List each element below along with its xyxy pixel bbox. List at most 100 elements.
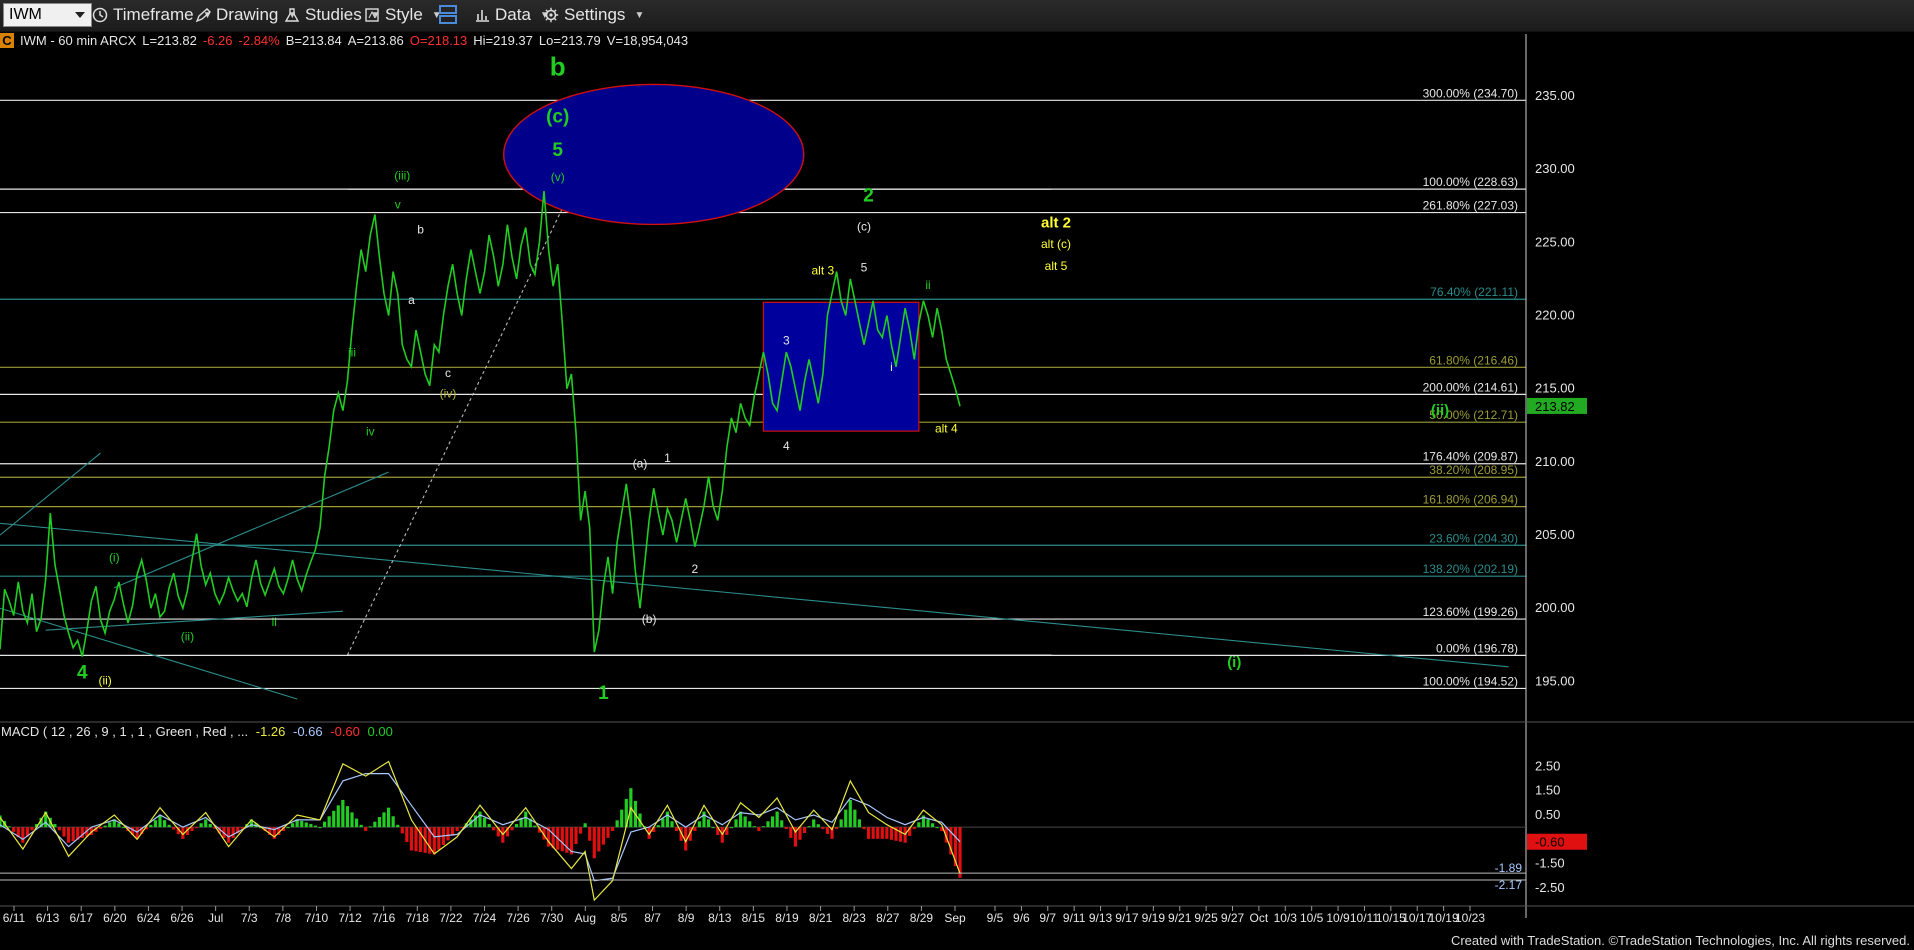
macd-histogram-bar	[354, 818, 359, 828]
chart-canvas[interactable]: 300.00% (234.70)100.00% (228.63)261.80% …	[0, 0, 1914, 950]
macd-histogram-bar	[574, 827, 578, 845]
macd-histogram-bar	[706, 819, 711, 828]
wave-label: b	[417, 223, 424, 237]
wave-label: 2	[692, 562, 699, 576]
price-tick-label: 210.00	[1535, 454, 1575, 469]
date-tick-label: 9/7	[1039, 911, 1056, 925]
macd-histogram-bar	[382, 812, 386, 828]
macd-histogram-bar	[62, 827, 66, 837]
macd-histogram-bar	[802, 827, 807, 833]
macd-histogram-bar	[930, 823, 935, 828]
wave-label: (ii)	[181, 629, 194, 643]
macd-histogram-bar	[857, 819, 862, 828]
macd-histogram-bar	[752, 826, 756, 828]
macd-histogram-bar	[885, 827, 889, 839]
wave-label: (i)	[1227, 654, 1241, 671]
fib-label: 100.00% (194.52)	[1423, 674, 1518, 688]
macd-histogram-bar	[844, 809, 848, 828]
macd-histogram-bar	[524, 811, 528, 828]
macd-histogram-bar	[862, 827, 866, 830]
macd-histogram-bar	[487, 824, 491, 828]
date-tick-label: Oct	[1250, 911, 1269, 925]
wave-label: iii	[348, 345, 356, 359]
macd-line	[0, 760, 961, 902]
macd-histogram-bar	[437, 827, 441, 850]
macd-histogram-bar	[377, 817, 382, 828]
price-tick-label: 205.00	[1535, 527, 1575, 542]
macd-histogram-bar	[455, 827, 459, 832]
macd-histogram-bar	[391, 816, 395, 828]
fib-label: 76.40% (221.11)	[1430, 285, 1518, 299]
date-tick-label: 9/11	[1063, 911, 1086, 925]
macd-tick-label: 0.50	[1535, 807, 1560, 822]
macd-histogram-bar	[665, 811, 670, 828]
date-tick-label: 8/21	[809, 911, 833, 925]
date-tick-label: 7/3	[241, 911, 258, 925]
macd-histogram-bar	[926, 819, 930, 828]
macd-histogram-bar	[825, 827, 830, 834]
macd-histogram-bar	[167, 824, 171, 828]
macd-histogram-bar	[514, 824, 519, 828]
wave-label: (ii)	[98, 673, 111, 687]
macd-histogram-bar	[386, 807, 391, 828]
date-tick-label: 8/15	[742, 911, 766, 925]
trendline-channel-bottom	[45, 610, 343, 631]
macd-histogram-bar	[121, 827, 126, 829]
wave-label: alt 5	[1045, 259, 1068, 273]
macd-tick-label: 1.50	[1535, 783, 1560, 798]
date-tick-label: Sep	[944, 911, 966, 925]
fib-label: 300.00% (234.70)	[1423, 86, 1518, 100]
macd-label: MACD ( 12 , 26 , 9 , 1 , 1 , Green , Red…	[1, 724, 249, 739]
macd-histogram-bar	[935, 827, 939, 829]
wave-label: (v)	[551, 170, 565, 184]
macd-histogram-bar	[71, 827, 75, 842]
macd-histogram-bar	[674, 827, 679, 832]
macd-histogram-bar	[729, 827, 734, 829]
wave-label: 1	[664, 451, 671, 465]
fib-label: 200.00% (214.61)	[1423, 380, 1518, 394]
date-tick-label: 8/23	[842, 911, 866, 925]
macd-histogram-bar	[345, 806, 350, 828]
macd-histogram-bar	[286, 827, 290, 829]
fib-label: 38.20% (208.95)	[1429, 463, 1518, 477]
macd-tick-label: 2.50	[1535, 758, 1560, 773]
fib-label: 23.60% (204.30)	[1429, 531, 1518, 545]
date-tick-label: 8/13	[708, 911, 732, 925]
date-tick-label: 7/26	[506, 911, 530, 925]
macd-histogram-bar	[812, 819, 816, 828]
macd-histogram-bar	[405, 827, 409, 842]
wave-label: (i)	[109, 550, 120, 564]
macd-level-label: -1.89	[1495, 861, 1523, 875]
macd-histogram-bar	[770, 816, 775, 828]
macd-histogram-bar	[670, 821, 674, 828]
wave-label: 3	[783, 334, 790, 348]
macd-histogram-bar	[30, 827, 34, 831]
macd-histogram-bar	[368, 826, 372, 828]
macd-histogram-bar	[866, 827, 871, 839]
wave-label: (a)	[633, 457, 648, 471]
date-tick-label: 6/11	[3, 911, 26, 925]
macd-histogram-bar	[693, 827, 697, 832]
macd-histogram-bar	[226, 827, 231, 843]
fib-label: 161.80% (206.94)	[1423, 493, 1518, 507]
date-tick-label: 9/17	[1115, 911, 1139, 925]
macd-last-tag-label: -0.60	[1535, 835, 1565, 850]
macd-histogram-bar	[231, 827, 235, 839]
wave-label: (c)	[546, 106, 569, 127]
macd-histogram-bar	[290, 823, 295, 828]
wave-label: b	[550, 51, 566, 81]
fib-label: 100.00% (228.63)	[1423, 175, 1518, 189]
macd-histogram-bar	[309, 824, 313, 828]
wave-label: 4	[77, 662, 88, 683]
wave-label: alt 3	[812, 263, 835, 277]
wave-label: alt 4	[935, 422, 958, 436]
macd-histogram-bar	[656, 825, 660, 828]
date-tick-label: 10/3	[1274, 911, 1298, 925]
date-tick-label: 7/22	[439, 911, 463, 925]
footer-copyright: Created with TradeStation. ©TradeStation…	[1450, 933, 1910, 948]
macd-tick-label: -1.50	[1535, 856, 1565, 871]
date-tick-label: 9/25	[1194, 911, 1218, 925]
date-tick-label: 10/23	[1455, 911, 1485, 925]
macd-histogram-bar	[341, 799, 345, 828]
macd-level-label: -2.17	[1495, 878, 1523, 892]
